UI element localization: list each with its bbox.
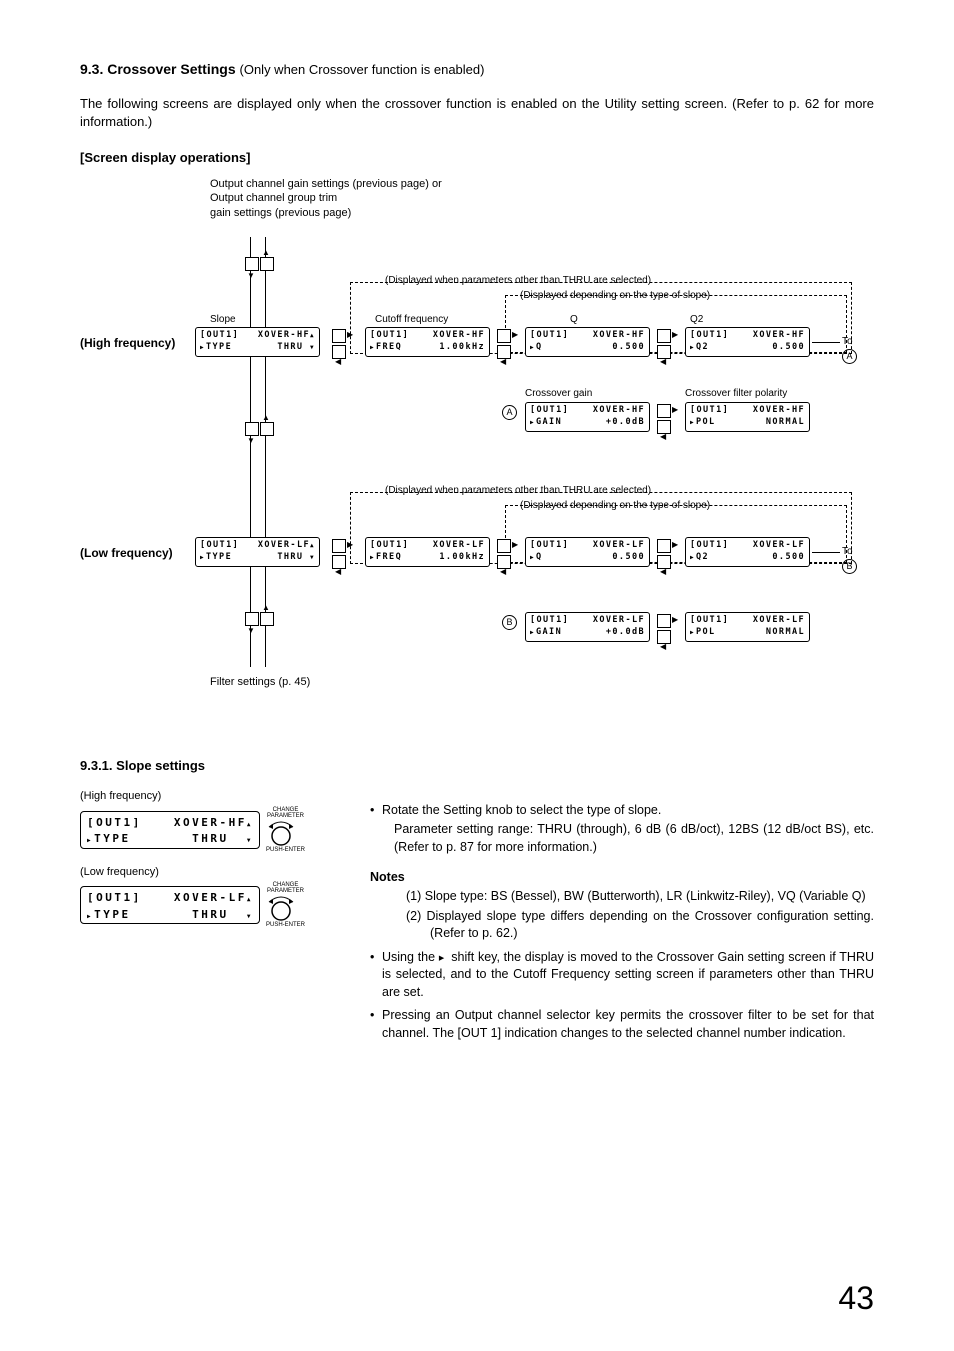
cutoff-label: Cutoff frequency xyxy=(375,313,448,327)
lf-row-label: (Low frequency) xyxy=(80,545,173,562)
nav-up-icon-3 xyxy=(260,612,274,626)
lcd-big-hf: [OUT1]XOVER-HF TYPETHRU xyxy=(80,811,260,849)
nav-left-icon-6 xyxy=(497,555,511,569)
nav-right-icon-6 xyxy=(497,539,511,553)
to-b-label: To B xyxy=(842,545,860,574)
hf-disp-param-caption: (Displayed when parameters other than TH… xyxy=(385,274,651,288)
subsection-number: 9.3.1. xyxy=(80,758,113,773)
nav-right-icon-8 xyxy=(657,614,671,628)
nav-left-icon-3 xyxy=(657,345,671,359)
bullet-1-sub: Parameter setting range: THRU (through),… xyxy=(382,821,874,856)
hf-display-label: (High frequency) xyxy=(80,789,340,804)
lcd-hf-type: [OUT1]XOVER-HF TYPETHRU xyxy=(195,327,320,357)
nav-down-icon xyxy=(245,257,259,271)
top-caption: Output channel gain settings (previous p… xyxy=(210,177,442,220)
note-2: (2) Displayed slope type differs dependi… xyxy=(370,908,874,943)
hf-disp-depending-caption: (Displayed depending on the type of slop… xyxy=(520,289,710,303)
section-number: 9.3. xyxy=(80,61,103,77)
marker-a: A xyxy=(502,405,517,420)
nav-right-icon-4 xyxy=(657,404,671,418)
nav-down-icon-3 xyxy=(245,612,259,626)
nav-left-icon-4 xyxy=(657,420,671,434)
note-1: (1) Slope type: BS (Bessel), BW (Butterw… xyxy=(370,888,874,906)
q2-label: Q2 xyxy=(690,313,703,327)
nav-left-icon-5 xyxy=(332,555,346,569)
lcd-hf-q2: [OUT1]XOVER-HF Q20.500 xyxy=(685,327,810,357)
lf-disp-param-caption: (Displayed when parameters other than TH… xyxy=(385,484,651,498)
hf-row-label: (High frequency) xyxy=(80,335,175,352)
knob-icon-hf: CHANGE PARAMETER PUSH-ENTER xyxy=(266,807,305,853)
nav-right-icon-7 xyxy=(657,539,671,553)
lcd-hf-gain: [OUT1]XOVER-HF GAIN+0.0dB xyxy=(525,402,650,432)
nav-left-icon-7 xyxy=(657,555,671,569)
nav-right-icon-3 xyxy=(657,329,671,343)
nav-down-icon-2 xyxy=(245,422,259,436)
nav-right-icon-2 xyxy=(497,329,511,343)
subsection-title: Slope settings xyxy=(116,758,205,773)
nav-up-icon xyxy=(260,257,274,271)
xgain-label: Crossover gain xyxy=(525,387,592,401)
lcd-hf-pol: [OUT1]XOVER-HF POLNORMAL xyxy=(685,402,810,432)
lcd-lf-freq: [OUT1]XOVER-LF FREQ1.00kHz xyxy=(365,537,490,567)
section-title-text: Crossover Settings xyxy=(107,61,235,77)
subsection-heading: 9.3.1. Slope settings xyxy=(80,757,874,775)
nav-left-icon-2 xyxy=(497,345,511,359)
lcd-big-lf: [OUT1]XOVER-LF TYPETHRU xyxy=(80,886,260,924)
nav-right-icon-5 xyxy=(332,539,346,553)
section-subtitle: (Only when Crossover function is enabled… xyxy=(240,62,485,77)
to-b-line xyxy=(812,552,840,553)
bullet-1: Rotate the Setting knob to select the ty… xyxy=(370,802,874,857)
vertical-line-left xyxy=(250,237,251,667)
right-column: Rotate the Setting knob to select the ty… xyxy=(370,789,874,1055)
lcd-lf-pol: [OUT1]XOVER-LF POLNORMAL xyxy=(685,612,810,642)
operations-heading: [Screen display operations] xyxy=(80,149,874,167)
bullet-2: Using the shift key, the display is move… xyxy=(370,949,874,1002)
filter-settings-caption: Filter settings (p. 45) xyxy=(210,675,310,690)
bullet-3: Pressing an Output channel selector key … xyxy=(370,1007,874,1042)
marker-b: B xyxy=(502,615,517,630)
nav-left-icon-8 xyxy=(657,630,671,644)
section-heading: 9.3. Crossover Settings (Only when Cross… xyxy=(80,60,874,80)
notes-heading: Notes xyxy=(370,869,874,887)
lcd-lf-type: [OUT1]XOVER-LF TYPETHRU xyxy=(195,537,320,567)
lcd-hf-freq: [OUT1]XOVER-HF FREQ1.00kHz xyxy=(365,327,490,357)
lcd-lf-gain: [OUT1]XOVER-LF GAIN+0.0dB xyxy=(525,612,650,642)
page-number: 43 xyxy=(838,1276,874,1321)
lf-display-label: (Low frequency) xyxy=(80,865,340,880)
knob-icon-lf: CHANGE PARAMETER PUSH-ENTER xyxy=(266,882,305,928)
left-column: (High frequency) [OUT1]XOVER-HF TYPETHRU… xyxy=(80,789,340,940)
lcd-hf-q: [OUT1]XOVER-HF Q0.500 xyxy=(525,327,650,357)
nav-left-icon xyxy=(332,345,346,359)
q-label: Q xyxy=(570,313,578,327)
operations-diagram: Output channel gain settings (previous p… xyxy=(80,177,860,727)
slope-label: Slope xyxy=(210,313,236,327)
nav-up-icon-2 xyxy=(260,422,274,436)
intro-paragraph: The following screens are displayed only… xyxy=(80,95,874,131)
to-a-label: To A xyxy=(842,335,860,364)
to-a-line xyxy=(812,342,840,343)
lf-disp-depending-caption: (Displayed depending on the type of slop… xyxy=(520,499,710,513)
nav-right-icon xyxy=(332,329,346,343)
lcd-lf-q: [OUT1]XOVER-LF Q0.500 xyxy=(525,537,650,567)
xpol-label: Crossover filter polarity xyxy=(685,387,787,401)
right-arrow-icon xyxy=(439,950,448,964)
lcd-lf-q2: [OUT1]XOVER-LF Q20.500 xyxy=(685,537,810,567)
